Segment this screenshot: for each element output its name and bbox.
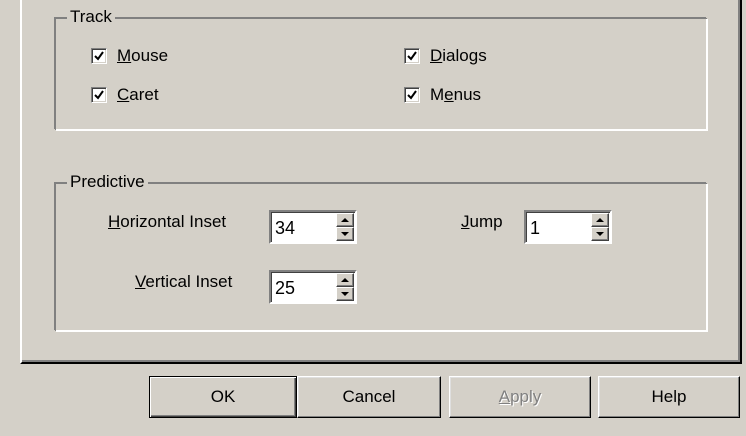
vertical-inset-spinbox[interactable]: 25 [269,270,357,304]
jump-spinbox[interactable]: 1 [524,210,612,244]
predictive-group-title: Predictive [67,172,148,192]
caret-checkbox[interactable]: Caret [91,84,159,106]
spin-up-button[interactable] [336,273,354,287]
jump-label: Jump [461,212,503,231]
help-button-label: Help [651,387,687,406]
horizontal-inset-spinbox[interactable]: 34 [269,210,357,244]
checkbox-box[interactable] [404,48,420,64]
checkbox-box[interactable] [91,48,107,64]
arrow-up-icon [596,218,604,222]
dialogs-label: Dialogs [430,46,487,65]
spin-down-button[interactable] [591,227,609,241]
arrow-down-icon [596,232,604,236]
vertical-inset-value[interactable]: 25 [275,276,295,300]
apply-button[interactable]: Apply [449,376,591,418]
spin-up-button[interactable] [591,213,609,227]
checkbox-box[interactable] [404,87,420,103]
jump-value[interactable]: 1 [530,216,540,240]
check-icon [94,90,104,100]
checkbox-box[interactable] [91,87,107,103]
spin-down-button[interactable] [336,287,354,301]
check-icon [94,51,104,61]
cancel-button[interactable]: Cancel [297,376,441,418]
help-button[interactable]: Help [598,376,740,418]
arrow-down-icon [341,232,349,236]
menus-checkbox[interactable]: Menus [404,84,481,106]
mouse-checkbox[interactable]: Mouse [91,45,168,67]
check-icon [407,51,417,61]
vertical-inset-label: Vertical Inset [135,272,233,291]
menus-label: Menus [430,85,482,104]
ok-button-label: OK [210,387,236,406]
caret-label: Caret [117,85,159,104]
mouse-label: Mouse [117,46,169,65]
track-group: Track Mouse Caret Dialogs Menus [55,7,707,130]
track-group-title: Track [67,7,115,27]
ok-button[interactable]: OK [149,376,297,418]
arrow-up-icon [341,218,349,222]
spin-down-button[interactable] [336,227,354,241]
cancel-button-label: Cancel [342,387,396,406]
horizontal-inset-label: Horizontal Inset [108,212,227,231]
tab-page-panel: Track Mouse Caret Dialogs Menus Predicti… [20,0,742,364]
apply-button-label: Apply [498,387,542,406]
spin-up-button[interactable] [336,213,354,227]
dialogs-checkbox[interactable]: Dialogs [404,45,487,67]
arrow-up-icon [341,278,349,282]
check-icon [407,90,417,100]
horizontal-inset-value[interactable]: 34 [275,216,295,240]
predictive-group: Predictive Horizontal Inset 34 Vertical … [55,172,707,331]
arrow-down-icon [341,292,349,296]
